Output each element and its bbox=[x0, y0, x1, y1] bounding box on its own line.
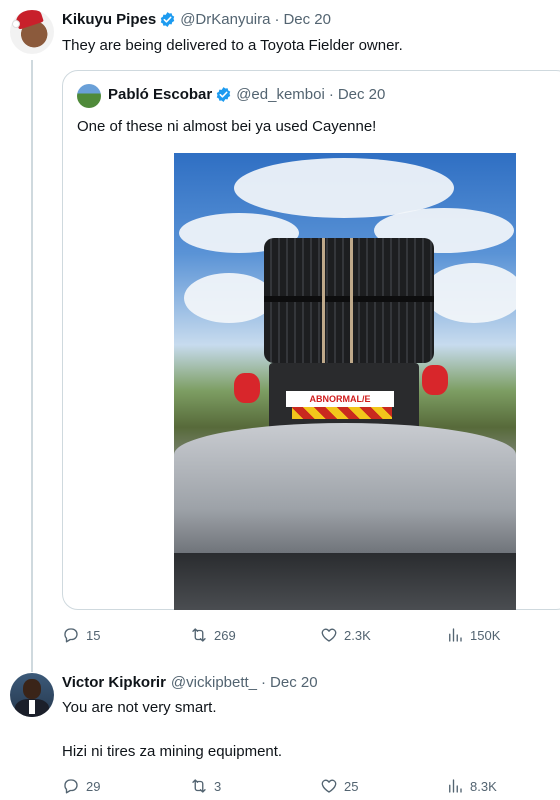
views-icon bbox=[449, 779, 462, 793]
like-button[interactable]: 2.3K bbox=[320, 626, 371, 644]
tweet-header: Victor Kipkorir @vickipbett_ · Dec 20 bbox=[62, 674, 318, 691]
abnormal-load-sign: ABNORMAL/E bbox=[286, 391, 394, 407]
reply-icon bbox=[64, 628, 78, 643]
separator-dot: · bbox=[328, 86, 334, 103]
verified-badge-icon bbox=[216, 87, 231, 102]
views-count: 8.3K bbox=[470, 778, 497, 794]
views-count: 150K bbox=[470, 627, 501, 643]
reply-button[interactable]: 29 bbox=[62, 777, 100, 795]
views-icon bbox=[449, 628, 462, 642]
quoted-tweet-header: Pabló Escobar @ed_kemboi · Dec 20 bbox=[108, 86, 385, 103]
quoted-tweet-text: One of these ni almost bei ya used Cayen… bbox=[77, 118, 377, 135]
reply-button[interactable]: 15 bbox=[62, 626, 100, 644]
reply-count: 29 bbox=[86, 778, 101, 794]
author-handle[interactable]: @vickipbett_ bbox=[171, 674, 257, 691]
separator-dot: · bbox=[261, 674, 267, 691]
author-handle[interactable]: @DrKanyuira bbox=[180, 11, 270, 28]
retweet-icon bbox=[192, 628, 206, 642]
tweet-date[interactable]: Dec 20 bbox=[270, 674, 318, 691]
retweet-count: 3 bbox=[214, 778, 222, 794]
stacked-tires bbox=[264, 238, 434, 363]
quoted-tweet-date[interactable]: Dec 20 bbox=[338, 86, 386, 103]
retweet-button[interactable]: 269 bbox=[190, 626, 236, 644]
avatar[interactable] bbox=[10, 10, 54, 54]
like-button[interactable]: 25 bbox=[320, 777, 358, 795]
like-icon bbox=[321, 779, 337, 793]
like-count: 25 bbox=[344, 778, 359, 794]
thread-connector-line bbox=[31, 60, 33, 672]
tweet-text: They are being delivered to a Toyota Fie… bbox=[62, 37, 403, 54]
quoted-author-name[interactable]: Pabló Escobar bbox=[108, 86, 212, 103]
quoted-author-handle[interactable]: @ed_kemboi bbox=[236, 86, 325, 103]
separator-dot: · bbox=[274, 11, 280, 28]
retweet-count: 269 bbox=[214, 627, 236, 643]
tweet-header: Kikuyu Pipes @DrKanyuira · Dec 20 bbox=[62, 11, 331, 28]
verified-badge-icon bbox=[160, 12, 175, 27]
like-icon bbox=[321, 628, 337, 642]
like-count: 2.3K bbox=[344, 627, 371, 643]
reply-icon bbox=[64, 779, 78, 794]
retweet-icon bbox=[192, 779, 206, 793]
avatar[interactable] bbox=[10, 673, 54, 717]
views-button[interactable]: 8.3K bbox=[446, 777, 497, 795]
retweet-button[interactable]: 3 bbox=[190, 777, 221, 795]
quoted-avatar[interactable] bbox=[77, 84, 101, 108]
tweet-photo[interactable]: ABNORMAL/E bbox=[174, 153, 516, 610]
tweet-text-line-1: You are not very smart. bbox=[62, 699, 217, 716]
views-button[interactable]: 150K bbox=[446, 626, 500, 644]
tweet-date[interactable]: Dec 20 bbox=[283, 11, 331, 28]
reply-count: 15 bbox=[86, 627, 101, 643]
tweet-text-line-2: Hizi ni tires za mining equipment. bbox=[62, 743, 283, 760]
author-name[interactable]: Kikuyu Pipes bbox=[62, 11, 156, 28]
author-name[interactable]: Victor Kipkorir bbox=[62, 674, 166, 691]
